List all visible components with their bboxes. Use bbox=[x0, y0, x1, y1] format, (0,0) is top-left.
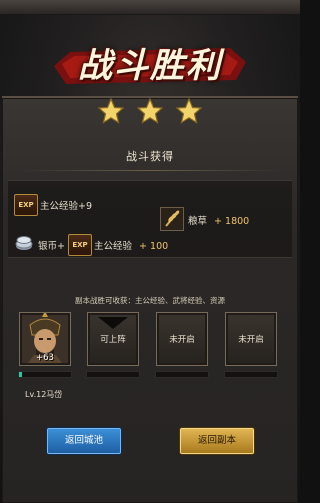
grain-icon bbox=[160, 207, 184, 231]
slot-bar bbox=[155, 371, 209, 378]
hero-exp-bar bbox=[18, 371, 72, 378]
rewards-title: 战斗获得 bbox=[126, 150, 174, 163]
slot-available-label: 可上阵 bbox=[100, 335, 126, 345]
grain-label: 粮草 bbox=[188, 216, 208, 227]
hero-level-name: Lv.12马岱 bbox=[25, 390, 63, 399]
victory-banner: 战斗胜利 bbox=[48, 28, 252, 100]
star-icon bbox=[176, 98, 202, 124]
slot-locked-label: 未开启 bbox=[169, 335, 195, 345]
exp-icon: EXP bbox=[68, 234, 92, 256]
return-city-button[interactable]: 返回城池 bbox=[47, 428, 121, 454]
hero-exp-bar-fill bbox=[19, 372, 23, 377]
lord-exp2-value: + 100 bbox=[139, 241, 169, 252]
lord-exp2-label: 主公经验 bbox=[94, 241, 133, 252]
slot-locked-label: 未开启 bbox=[238, 335, 264, 345]
star-rating bbox=[98, 98, 202, 126]
slot-bar bbox=[224, 371, 278, 378]
hero-slot-3: 未开启 bbox=[156, 312, 208, 366]
grain-value: + 1800 bbox=[214, 216, 250, 227]
silver-coin-icon bbox=[15, 236, 33, 250]
lord-exp-reward: 主公经验+9 bbox=[40, 201, 93, 212]
hero-exp-gain: +63 bbox=[36, 353, 54, 363]
exp-icon: EXP bbox=[14, 194, 38, 216]
victory-hint: 副本战胜可收获：主公经验、武将经验、资源 bbox=[75, 296, 225, 305]
hero-slot-4: 未开启 bbox=[225, 312, 277, 366]
star-icon bbox=[137, 98, 163, 124]
hero-slot-1[interactable]: +63 bbox=[19, 311, 71, 366]
slot-bar bbox=[86, 371, 140, 378]
silver-label: 银币+ bbox=[38, 241, 65, 252]
slot-arrow-icon bbox=[98, 317, 128, 329]
star-icon bbox=[98, 98, 124, 124]
title-divider bbox=[18, 170, 282, 171]
banner-title: 战斗胜利 bbox=[78, 46, 222, 86]
top-bar bbox=[0, 0, 300, 15]
return-dungeon-button[interactable]: 返回副本 bbox=[180, 428, 254, 454]
hero-slot-2[interactable]: 可上阵 bbox=[87, 312, 139, 366]
